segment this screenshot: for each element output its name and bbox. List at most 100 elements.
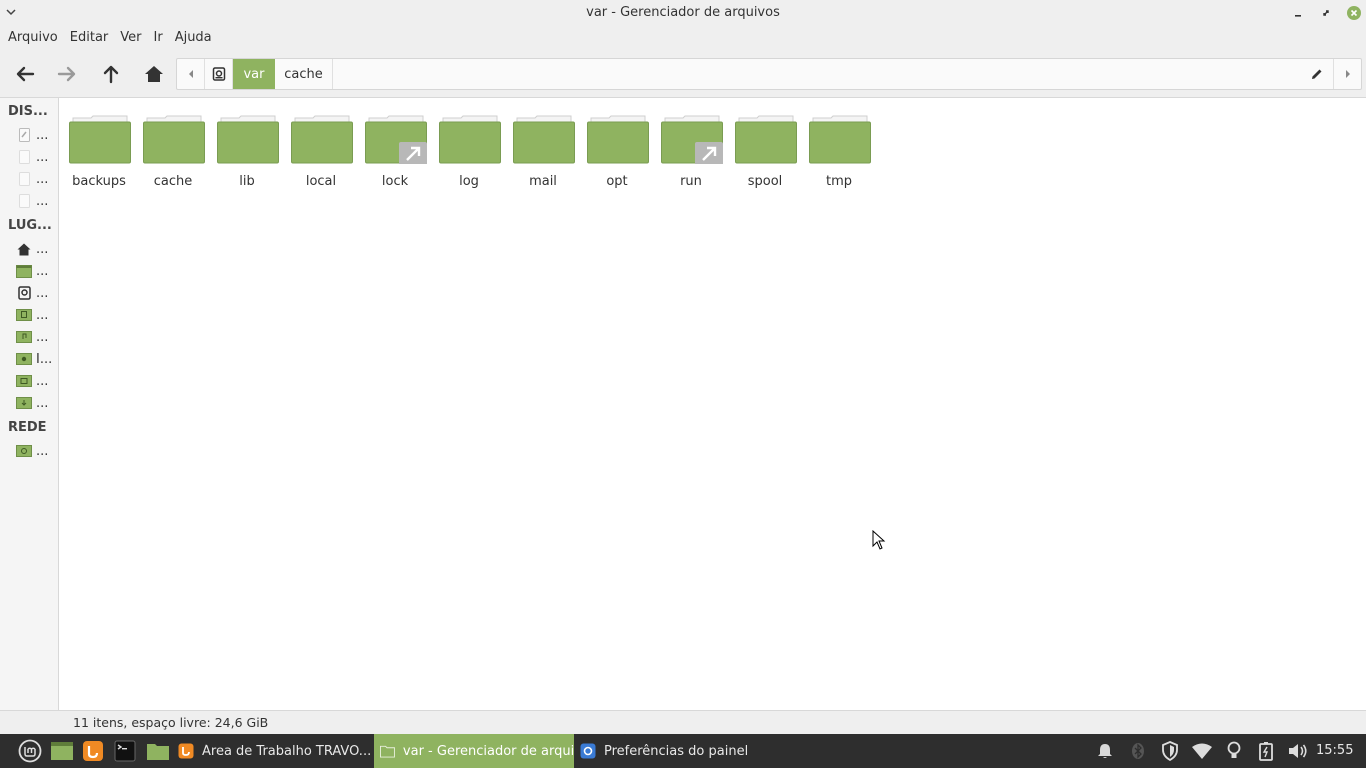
menu-arquivo[interactable]: Arquivo [2,26,64,50]
sidebar-item-device-4[interactable]: ... [16,191,56,211]
menu-bar: Arquivo Editar Ver Ir Ajuda [0,26,1366,50]
sidebar-item-label: ... [36,193,49,209]
folder-item-tmp[interactable]: tmp [802,112,876,192]
menu-ver[interactable]: Ver [114,26,147,50]
volume-icon[interactable] [1284,734,1312,768]
path-scroll-right-button[interactable] [1333,59,1361,89]
drive-icon [16,172,32,186]
home-icon [16,242,32,256]
sidebar-item-label: ... [36,171,49,187]
sidebar-item-downloads[interactable]: ... [16,393,56,413]
sidebar-item-device-1[interactable]: ... [16,125,56,145]
sidebar-item-documents[interactable]: ... [16,305,56,325]
sidebar-item-network[interactable]: ... [16,441,56,461]
mouse-cursor-icon [872,530,886,550]
back-button[interactable] [11,61,39,87]
folder-icon [809,115,871,164]
file-name: mail [529,174,557,189]
redshift-lightbulb-icon[interactable] [1220,734,1248,768]
menu-ajuda[interactable]: Ajuda [169,26,218,50]
pencil-icon [1312,69,1322,79]
menu-editar[interactable]: Editar [64,26,115,50]
file-name: cache [153,174,193,189]
drive-icon [16,150,32,164]
sidebar-item-label: ... [36,127,49,143]
task-desktop-window[interactable]: Área de Trabalho TRAVO... [172,734,372,768]
sidebar-item-device-2[interactable]: ... [16,147,56,167]
root-drive-icon [16,286,32,300]
task-label: Preferências do painel [604,743,749,759]
wifi-icon[interactable] [1188,734,1216,768]
file-name: backups [72,174,126,189]
sidebar-item-root[interactable]: ... [16,283,56,303]
folder-symlink-icon [661,115,723,164]
folder-item-lib[interactable]: lib [210,112,284,192]
launcher-terminal[interactable] [114,737,136,765]
launcher-firefox[interactable] [82,737,104,765]
sidebar-item-label: ... [36,329,49,345]
file-name: tmp [825,174,852,189]
folder-item-cache[interactable]: cache [136,112,210,192]
folder-item-opt[interactable]: opt [580,112,654,192]
battery-icon[interactable] [1252,734,1280,768]
folder-item-lock[interactable]: lock [358,112,432,192]
sidebar-item-music[interactable]: ... [16,327,56,347]
sidebar-item-device-3[interactable]: ... [16,169,56,189]
up-arrow-icon [103,65,119,84]
sidebar-item-label: ... [36,149,49,165]
sidebar-item-home[interactable]: ... [16,239,56,259]
close-icon [1347,6,1361,20]
close-button[interactable] [1345,4,1363,22]
path-segment-var[interactable]: var [233,59,275,89]
documents-folder-icon [16,308,32,322]
folder-item-spool[interactable]: spool [728,112,802,192]
task-file-manager[interactable]: var - Gerenciador de arqui... [374,734,574,768]
file-view: backups cache lib local lock log mail op… [60,98,1366,710]
drive-icon [16,194,32,208]
folder-icon [587,115,649,164]
up-button[interactable] [97,61,125,87]
minimize-button[interactable] [1289,4,1307,22]
file-name: spool [747,174,783,189]
sidebar: DIS... ... ... ... ... LUG... ... ... ..… [0,98,59,710]
status-text: 11 itens, espaço livre: 24,6 GiB [73,715,269,730]
start-menu-button[interactable] [18,737,42,765]
file-name: log [459,174,479,189]
notifications-icon[interactable] [1091,734,1119,768]
edit-location-button[interactable] [1303,59,1331,89]
folder-item-local[interactable]: local [284,112,358,192]
path-root-button[interactable] [205,59,233,89]
task-panel-preferences[interactable]: Preferências do painel [574,734,774,768]
task-label: var - Gerenciador de arqui... [402,743,574,759]
pictures-folder-icon [16,352,32,366]
taskbar: Área de Trabalho TRAVO... var - Gerencia… [0,734,1366,768]
sidebar-item-label: ... [36,373,49,389]
bluetooth-icon[interactable] [1124,734,1152,768]
path-segment-cache[interactable]: cache [275,59,333,89]
folder-icon [439,115,501,164]
folder-item-mail[interactable]: mail [506,112,580,192]
sidebar-item-label: ... [36,443,49,459]
drive-icon [212,67,225,81]
file-name: run [680,174,702,189]
sidebar-item-pictures[interactable]: I... [16,349,56,369]
folder-item-log[interactable]: log [432,112,506,192]
sidebar-item-label: ... [36,263,49,279]
chevron-right-icon [1345,70,1350,78]
shield-icon[interactable] [1156,734,1184,768]
sidebar-item-desktop[interactable]: ... [16,261,56,281]
folder-icon [143,115,205,164]
title-bar: var - Gerenciador de arquivos [0,0,1366,26]
launcher-desktop[interactable] [50,737,74,765]
folder-item-backups[interactable]: backups [62,112,136,192]
folder-item-run[interactable]: run [654,112,728,192]
launcher-files[interactable] [146,737,170,765]
home-button[interactable] [140,61,168,87]
sidebar-item-videos[interactable]: ... [16,371,56,391]
clock[interactable]: 15:55 [1316,743,1353,758]
forward-button[interactable] [53,61,81,87]
path-scroll-left-button[interactable] [177,59,205,89]
menu-ir[interactable]: Ir [148,26,169,50]
terminal-icon [114,740,136,762]
maximize-button[interactable] [1317,4,1335,22]
